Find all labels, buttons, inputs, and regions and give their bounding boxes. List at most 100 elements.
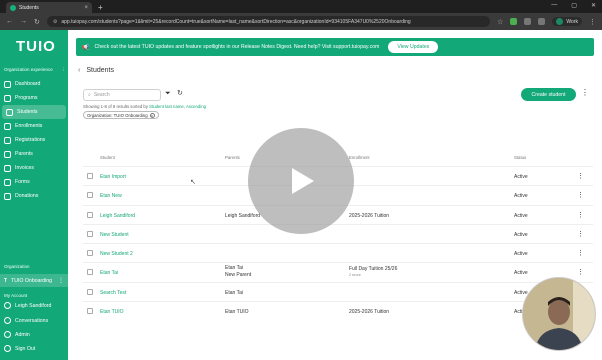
sidepanel-icon[interactable] — [538, 18, 546, 25]
sidebar-item-students[interactable]: Students — [2, 105, 66, 119]
row-checkbox[interactable] — [87, 230, 93, 237]
remove-filter-icon[interactable]: × — [149, 112, 155, 118]
student-name-link[interactable]: Etan TUIO — [100, 309, 124, 315]
close-tab-icon[interactable]: × — [84, 5, 88, 11]
row-checkbox[interactable] — [87, 173, 93, 179]
column-header-status[interactable]: Status — [514, 155, 526, 160]
play-icon — [292, 168, 314, 194]
tuio-logo[interactable]: TUIO — [16, 38, 56, 55]
sidebar-item-label: Conversations — [15, 317, 49, 324]
row-checkbox[interactable] — [87, 308, 93, 315]
browser-tab-bar: Students × + — ▢ ✕ — [0, 0, 602, 13]
address-bar: ← → ↻ ⚙ app.tuiopay.com/students?page=1&… — [0, 13, 602, 30]
sort-direction-link[interactable]: Ascending — [186, 104, 206, 109]
sidebar-item-admin[interactable]: Admin — [0, 328, 68, 341]
favicon-icon — [10, 4, 16, 11]
org-experience-label: Organization experience — [4, 67, 53, 72]
account-item[interactable]: Leigh Sandiford — [0, 299, 68, 312]
refresh-icon[interactable]: ↻ — [177, 89, 183, 97]
table-row: Etan Tai Etan Tai New Parent Full Day Tui… — [83, 262, 593, 281]
parent-name: Etan Tai — [225, 265, 243, 272]
sidebar-item-label: Admin — [15, 331, 30, 338]
sidebar-item-sign-out[interactable]: Sign Out — [0, 342, 68, 355]
sign-out-icon — [4, 345, 11, 352]
forward-icon[interactable]: → — [20, 18, 27, 25]
video-play-button[interactable] — [248, 128, 354, 234]
extension-icon[interactable] — [510, 18, 518, 25]
column-header-student[interactable]: Student — [100, 155, 115, 160]
extensions-puzzle-icon[interactable] — [524, 18, 532, 25]
back-icon[interactable]: ← — [6, 18, 13, 25]
row-checkbox[interactable] — [87, 211, 93, 218]
browser-menu-icon[interactable]: ⋮ — [589, 18, 596, 26]
donations-icon — [4, 192, 11, 200]
back-arrow-icon[interactable]: ‹ — [78, 67, 80, 74]
sidebar-item-registrations[interactable]: Registrations — [0, 133, 68, 147]
row-menu-icon[interactable]: ⋮ — [577, 230, 584, 238]
sidebar-item-dashboard[interactable]: Dashboard — [0, 77, 68, 91]
sidebar-item-programs[interactable]: Programs — [0, 91, 68, 105]
status-text: Active — [514, 289, 528, 296]
row-checkbox[interactable] — [87, 288, 93, 295]
sidebar-item-invoices[interactable]: Invoices — [0, 161, 68, 175]
sort-field-link[interactable]: Student last name — [149, 104, 184, 109]
url-field[interactable]: ⚙ app.tuiopay.com/students?page=1&limit=… — [46, 16, 491, 27]
column-header-parents[interactable]: Parents — [225, 155, 240, 160]
new-tab-icon[interactable]: + — [98, 3, 103, 13]
student-name-link[interactable]: Etan Import — [100, 174, 126, 180]
row-menu-icon[interactable]: ⋮ — [577, 249, 584, 257]
reload-icon[interactable]: ↻ — [34, 18, 40, 26]
page-menu-icon[interactable]: ⋮ — [581, 88, 589, 97]
sidebar-item-conversations[interactable]: Conversations — [0, 314, 68, 327]
organization-menu-icon[interactable]: ⋮ — [58, 277, 64, 284]
row-checkbox[interactable] — [87, 250, 93, 257]
students-icon — [6, 108, 13, 116]
sidebar-item-enrollments[interactable]: Enrollments — [0, 119, 68, 133]
mouse-cursor-icon: ↖ — [190, 179, 196, 186]
browser-tab[interactable]: Students × — [6, 2, 92, 13]
row-checkbox[interactable] — [87, 269, 93, 276]
search-input[interactable]: ⌕ Search — [83, 89, 161, 101]
minimize-icon[interactable]: — — [551, 2, 557, 9]
org-experience-menu-icon[interactable]: ⋮ — [62, 67, 67, 73]
table-row: New Student 2 Active ⋮ — [83, 243, 593, 262]
row-menu-icon[interactable]: ⋮ — [577, 211, 584, 219]
row-checkbox[interactable] — [87, 192, 93, 199]
student-name-link[interactable]: Etan New — [100, 193, 122, 199]
sidebar-item-label: Programs — [15, 95, 38, 101]
search-icon: ⌕ — [88, 92, 91, 98]
status-text: Active — [514, 174, 528, 180]
megaphone-icon: 📢 — [82, 44, 90, 51]
row-menu-icon[interactable]: ⋮ — [577, 191, 584, 199]
status-text: Active — [514, 193, 528, 200]
filter-chip-label: Organization: TUIO Onboarding — [87, 112, 148, 118]
sidebar-item-parents[interactable]: Parents — [0, 147, 68, 161]
chat-icon — [4, 317, 11, 324]
close-window-icon[interactable]: ✕ — [591, 2, 596, 9]
view-updates-button[interactable]: View Updates — [388, 41, 439, 53]
maximize-icon[interactable]: ▢ — [571, 2, 577, 9]
bookmark-star-icon[interactable]: ☆ — [497, 18, 503, 26]
sidebar-item-label: Sign Out — [15, 345, 36, 352]
site-info-icon[interactable]: ⚙ — [53, 19, 57, 25]
filter-icon[interactable]: ⏷ — [165, 90, 171, 98]
student-name-link[interactable]: New Student 2 — [100, 251, 133, 257]
student-name-link[interactable]: New Student — [100, 232, 129, 238]
filter-chip[interactable]: Organization: TUIO Onboarding × — [83, 111, 159, 119]
sidebar-item-donations[interactable]: Donations — [0, 189, 68, 203]
student-name-link[interactable]: Search Test — [100, 290, 126, 296]
breadcrumb: ‹ Students — [78, 67, 114, 74]
row-menu-icon[interactable]: ⋮ — [577, 268, 584, 276]
row-menu-icon[interactable]: ⋮ — [577, 172, 584, 180]
student-name-link[interactable]: Etan Tai — [100, 270, 118, 276]
enrollments-icon — [4, 122, 11, 130]
organization-switcher[interactable]: T TUIO Onboarding ⋮ — [0, 274, 68, 287]
organization-label: Organization — [4, 264, 30, 269]
account-name: Leigh Sandiford — [15, 302, 52, 309]
more-enrollments-link[interactable]: 2 more — [349, 272, 397, 278]
student-name-link[interactable]: Leigh Sandiford — [100, 213, 135, 219]
sidebar-item-forms[interactable]: Forms — [0, 175, 68, 189]
create-student-button[interactable]: Create student — [521, 88, 576, 101]
profile-button[interactable]: Work — [552, 17, 582, 26]
results-summary: Showing 1-8 of 8 results sorted by Stude… — [83, 104, 207, 109]
